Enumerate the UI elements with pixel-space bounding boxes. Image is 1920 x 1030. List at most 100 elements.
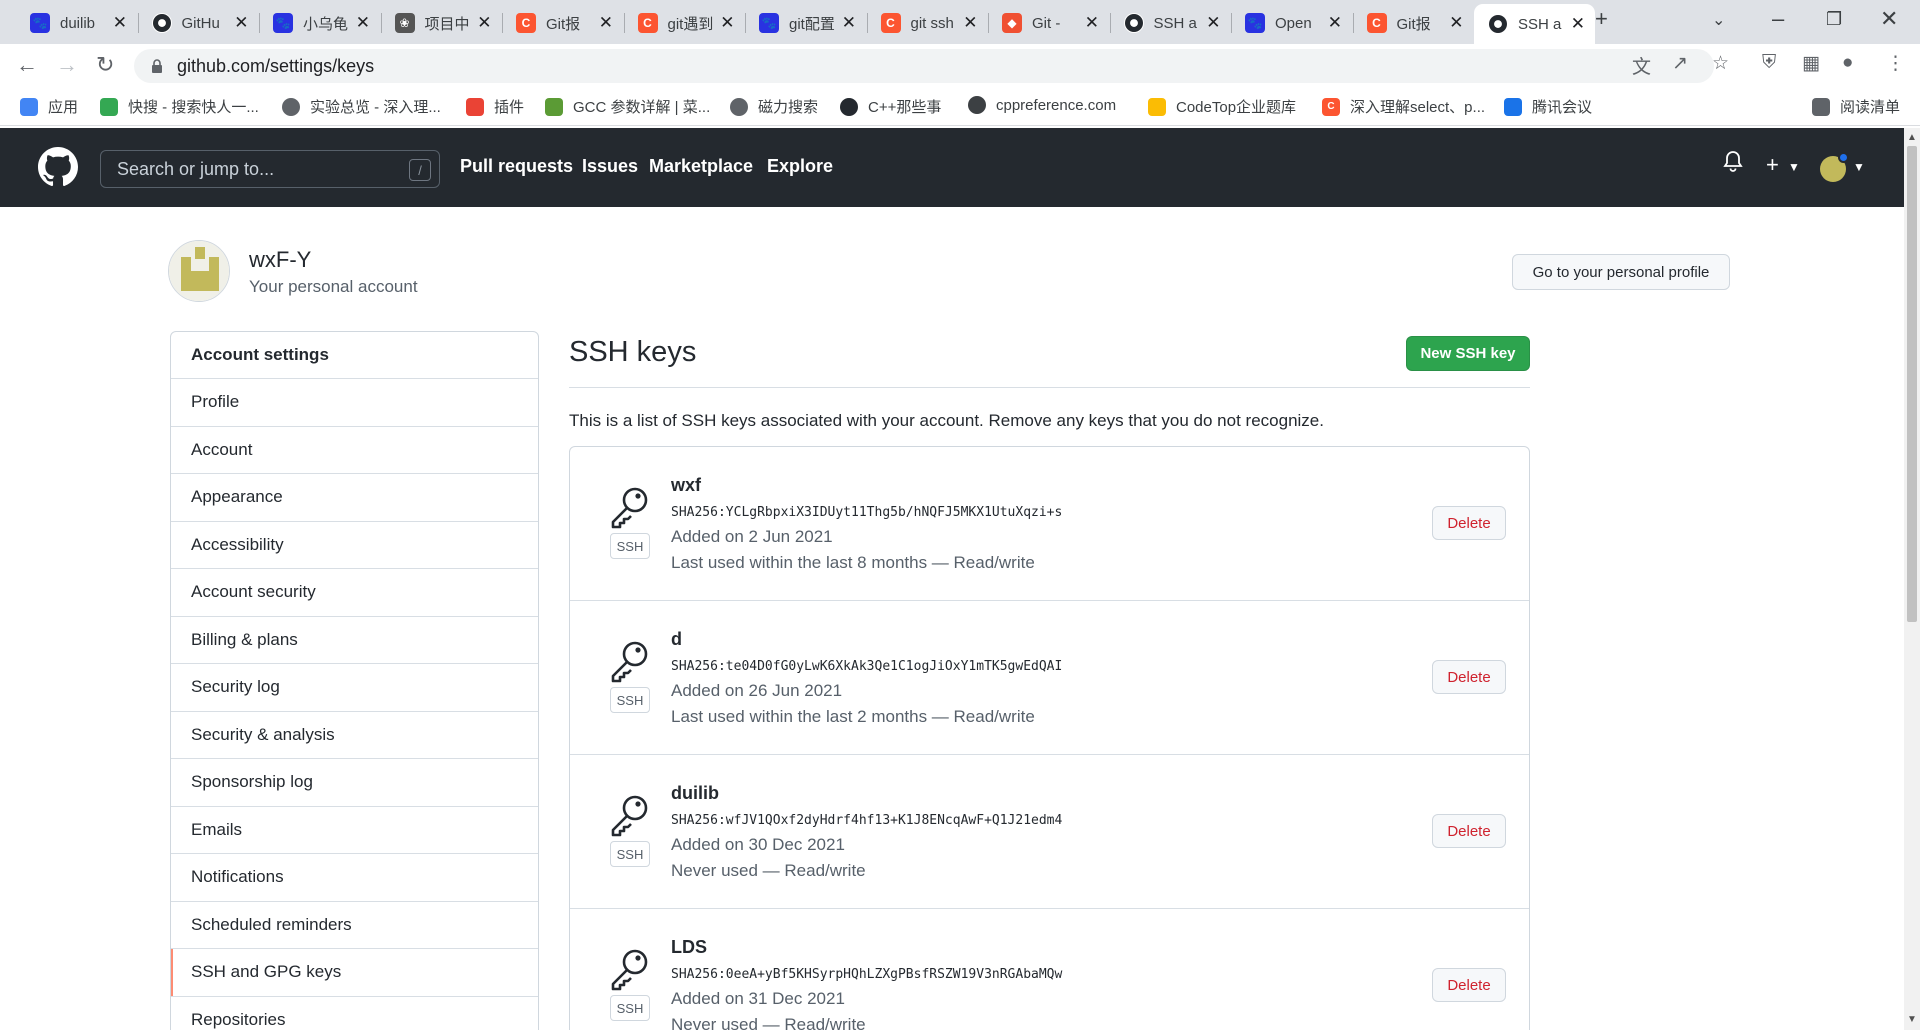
menu-item-account-security[interactable]: Account security <box>171 569 538 617</box>
browser-tab[interactable]: C Git报 ✕ <box>502 4 623 42</box>
bookmark-item[interactable]: 实验总览 - 深入理... <box>282 96 441 117</box>
menu-item-account[interactable]: Account <box>171 427 538 474</box>
close-tab-icon[interactable]: ✕ <box>113 13 127 33</box>
bookmark-item[interactable]: CodeTop企业题库 <box>1148 96 1296 117</box>
browser-tab[interactable]: SSH a ✕ <box>1110 4 1231 42</box>
scroll-down-arrow-icon[interactable]: ▼ <box>1907 1014 1917 1025</box>
key-fingerprint: SHA256:0eeA+yBf5KHSyrpHQhLZXgPBsfRSZW19V… <box>671 967 1063 982</box>
bookmark-item[interactable]: 应用 <box>20 96 78 117</box>
restore-window-button[interactable]: ❐ <box>1826 9 1842 30</box>
menu-item-emails[interactable]: Emails <box>171 807 538 854</box>
profile-icon[interactable]: ● <box>1842 52 1853 74</box>
page-scrollbar[interactable]: ▲ ▼ <box>1904 128 1920 1030</box>
avatar-dropdown-caret-icon[interactable]: ▼ <box>1853 160 1865 174</box>
menu-item-profile[interactable]: Profile <box>171 379 538 427</box>
menu-item-security-log[interactable]: Security log <box>171 664 538 712</box>
close-tab-icon[interactable]: ✕ <box>234 13 248 33</box>
menu-item-scheduled-reminders[interactable]: Scheduled reminders <box>171 902 538 949</box>
share-icon[interactable]: ↗ <box>1672 52 1688 75</box>
create-dropdown-caret-icon[interactable]: ▼ <box>1788 160 1800 174</box>
close-window-button[interactable]: ✕ <box>1880 6 1898 32</box>
delete-key-button[interactable]: Delete <box>1432 814 1506 848</box>
bookmark-label: 应用 <box>48 99 79 116</box>
create-new-plus-icon[interactable]: + <box>1766 152 1779 178</box>
translate-icon[interactable]: 文 <box>1632 52 1651 79</box>
bookmark-label: 腾讯会议 <box>1532 99 1593 116</box>
scroll-up-arrow-icon[interactable]: ▲ <box>1907 132 1917 143</box>
browser-tab[interactable]: Cgit ssh ✕ <box>867 4 988 42</box>
bookmark-item[interactable]: GCC 参数详解 | 菜... <box>545 96 710 117</box>
github-search-input[interactable]: Search or jump to... / <box>100 150 440 188</box>
key-title: d <box>671 629 682 649</box>
github-logo-icon[interactable] <box>38 147 78 187</box>
browser-tab[interactable]: Cgit遇到 ✕ <box>624 4 745 42</box>
bookmark-item[interactable]: C++那些事 <box>840 96 941 117</box>
menu-item-appearance[interactable]: Appearance <box>171 474 538 522</box>
menu-item-notifications[interactable]: Notifications <box>171 854 538 902</box>
delete-key-button[interactable]: Delete <box>1432 660 1506 694</box>
delete-key-button[interactable]: Delete <box>1432 968 1506 1002</box>
url-bar[interactable]: github.com/settings/keys <box>134 49 1714 83</box>
browser-tab[interactable]: 🐾 小乌龟 ✕ <box>259 4 380 42</box>
bookmark-item[interactable]: 阅读清单 <box>1812 96 1900 117</box>
close-tab-icon[interactable]: ✕ <box>1449 13 1463 33</box>
menu-item-billing-plans[interactable]: Billing & plans <box>171 617 538 664</box>
close-tab-icon[interactable]: ✕ <box>842 13 856 33</box>
reading-list-icon <box>1812 97 1830 116</box>
minimize-window-button[interactable]: – <box>1772 6 1784 32</box>
bookmark-item[interactable]: 快搜 - 搜索快人一... <box>100 96 259 117</box>
back-arrow-icon[interactable]: ← <box>16 52 38 78</box>
github-header: Search or jump to... / Pull requests Iss… <box>0 128 1904 207</box>
browser-tab[interactable]: 🐾 Open ✕ <box>1231 4 1352 42</box>
browser-tab[interactable]: 🐾 duilib ✕ <box>16 4 137 42</box>
nav-marketplace[interactable]: Marketplace <box>649 156 753 177</box>
notifications-bell-icon[interactable] <box>1723 150 1743 178</box>
close-tab-icon[interactable]: ✕ <box>963 13 977 33</box>
close-tab-icon[interactable]: ✕ <box>599 13 613 33</box>
browser-tab[interactable]: SSH a ✕ <box>1474 4 1595 44</box>
key-added-date: Added on 2 Jun 2021 <box>671 527 833 546</box>
browser-tab[interactable]: 🐾 git配置 ✕ <box>745 4 866 42</box>
close-tab-icon[interactable]: ✕ <box>1085 13 1099 33</box>
zhihu-icon: ❀ <box>394 13 415 33</box>
new-tab-button[interactable]: + <box>1595 6 1608 32</box>
new-ssh-key-button[interactable]: New SSH key <box>1406 336 1530 371</box>
nav-issues[interactable]: Issues <box>582 156 638 177</box>
key-last-used: Last used within the last 2 months — Rea… <box>671 707 1035 726</box>
menu-item-accessibility[interactable]: Accessibility <box>171 522 538 569</box>
menu-item-sponsorship-log[interactable]: Sponsorship log <box>171 759 538 807</box>
close-tab-icon[interactable]: ✕ <box>1571 14 1585 34</box>
delete-key-button[interactable]: Delete <box>1432 506 1506 540</box>
browser-tab[interactable]: GitHu ✕ <box>138 4 259 42</box>
close-tab-icon[interactable]: ✕ <box>1206 13 1220 33</box>
scrollbar-thumb[interactable] <box>1907 146 1917 622</box>
browser-tab[interactable]: C Git报 ✕ <box>1353 4 1474 42</box>
forward-arrow-icon[interactable]: → <box>56 52 78 78</box>
menu-item-ssh-and-gpg-keys[interactable]: SSH and GPG keys <box>171 949 538 997</box>
ssh-key-row: SSH wxf SHA256:YCLgRbpxiX3IDUyt11Thg5b/hNQ… <box>570 447 1529 601</box>
reload-icon[interactable]: ↻ <box>96 52 114 78</box>
menu-item-repositories[interactable]: Repositories <box>171 997 538 1030</box>
bookmark-item[interactable]: C 深入理解select、p... <box>1322 96 1485 117</box>
bookmark-item[interactable]: cppreference.com <box>968 96 1116 114</box>
close-tab-icon[interactable]: ✕ <box>477 13 491 33</box>
close-tab-icon[interactable]: ✕ <box>720 13 734 33</box>
close-tab-icon[interactable]: ✕ <box>356 13 370 33</box>
tab-title: Git报 <box>1396 15 1431 33</box>
nav-explore[interactable]: Explore <box>767 156 833 177</box>
browser-tab[interactable]: ❀ 项目中 ✕ <box>381 4 502 42</box>
browser-tab[interactable]: ◆ Git - ✕ <box>988 4 1109 42</box>
close-tab-icon[interactable]: ✕ <box>1328 13 1342 33</box>
bookmark-item[interactable]: 腾讯会议 <box>1504 96 1592 117</box>
bookmark-item[interactable]: 插件 <box>466 96 524 117</box>
extension-shield-icon[interactable]: ⛨ <box>1762 52 1776 74</box>
bookmark-item[interactable]: 磁力搜索 <box>730 96 818 117</box>
bookmark-star-icon[interactable]: ☆ <box>1712 52 1729 75</box>
tab-title: duilib <box>60 14 96 32</box>
tab-search-icon[interactable]: ⌄ <box>1712 10 1725 30</box>
browser-menu-icon[interactable]: ⋮ <box>1886 52 1905 75</box>
go-to-profile-button[interactable]: Go to your personal profile <box>1512 254 1730 290</box>
menu-item-security-analysis[interactable]: Security & analysis <box>171 712 538 759</box>
extensions-puzzle-icon[interactable]: ▦ <box>1802 52 1820 75</box>
nav-pull-requests[interactable]: Pull requests <box>460 156 573 177</box>
